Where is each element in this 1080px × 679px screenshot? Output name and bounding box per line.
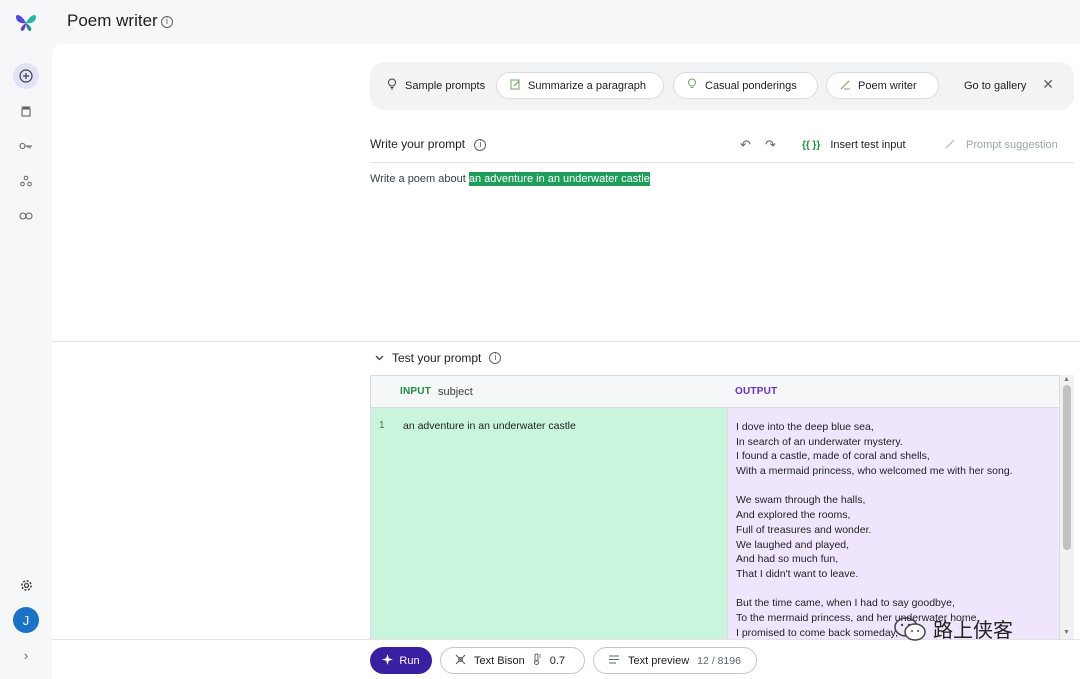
output-cell: I dove into the deep blue sea, In search… (727, 408, 1059, 639)
sparkle-icon (382, 653, 394, 668)
makersuite-logo-icon (16, 15, 36, 31)
chip-summarize-a-paragraph[interactable]: Summarize a paragraph (496, 72, 664, 99)
output-line: And had so much fun, (736, 553, 839, 566)
model-icon (455, 654, 466, 668)
output-line: And explored the rooms, (736, 509, 851, 522)
variable-braces-icon: {{ }} (802, 139, 821, 151)
output-column-header: OUTPUT (735, 386, 778, 397)
info-icon[interactable]: i (474, 138, 487, 151)
close-icon[interactable]: ✕ (1042, 76, 1054, 93)
output-line: I found a castle, made of coral and shel… (736, 450, 930, 463)
write-prompt-heading: Write your prompt i (370, 137, 487, 151)
library-icon[interactable] (13, 98, 39, 124)
top-bar: Poem writer i (0, 0, 1080, 44)
output-line: That I didn't want to leave. (736, 567, 859, 580)
model-settings-button[interactable]: Text Bison 0.7 (440, 647, 585, 674)
text-preview-button[interactable]: Text preview 12 / 8196 (593, 647, 757, 674)
output-line: We swam through the halls, (736, 494, 866, 507)
avatar[interactable]: J (13, 607, 39, 633)
wechat-icon (894, 616, 926, 641)
api-key-icon[interactable] (13, 133, 39, 159)
sample-prompts-bar: Sample prompts Summarize a paragraph Cas… (370, 62, 1074, 110)
output-line: With a mermaid princess, who welcomed me… (736, 465, 1013, 478)
input-variable-name[interactable]: subject (438, 386, 473, 398)
output-line: But the time came, when I had to say goo… (736, 597, 955, 610)
prompt-suggestion-button[interactable]: Prompt suggestion (944, 137, 1058, 153)
divider (370, 162, 1074, 163)
link-icon[interactable] (13, 203, 39, 229)
sample-prompts-label: Sample prompts (374, 72, 497, 99)
info-icon[interactable]: i (489, 352, 502, 364)
chip-casual-ponderings[interactable]: Casual ponderings (673, 72, 818, 99)
scroll-up-icon[interactable]: ▲ (1063, 376, 1070, 383)
output-line: In search of an underwater mystery. (736, 435, 903, 448)
chevron-down-icon[interactable] (375, 353, 384, 363)
prompt-editor[interactable]: Write a poem about an adventure in an un… (370, 172, 650, 186)
lines-icon (608, 654, 620, 667)
redo-icon[interactable]: ↷ (765, 137, 776, 153)
divider (52, 341, 1080, 342)
input-cell[interactable]: 1 an adventure in an underwater castle (371, 408, 727, 639)
chip-poem-writer[interactable]: Poem writer (826, 72, 939, 99)
insert-test-input-button[interactable]: {{ }} Insert test input (802, 137, 906, 153)
run-button[interactable]: Run (370, 647, 432, 674)
table-header: INPUT subject OUTPUT (371, 376, 1059, 408)
output-line: Full of treasures and wonder. (736, 523, 872, 536)
token-count: 12 / 8196 (697, 654, 741, 667)
chevron-right-icon[interactable]: › (13, 642, 39, 668)
new-prompt-icon[interactable] (13, 63, 39, 89)
info-icon[interactable]: i (161, 16, 173, 28)
temperature-icon (533, 653, 542, 668)
quill-icon (839, 79, 851, 93)
go-to-gallery-link[interactable]: Go to gallery (952, 72, 1038, 99)
output-line: I dove into the deep blue sea, (736, 421, 874, 433)
main-panel: Sample prompts Summarize a paragraph Cas… (52, 44, 1080, 679)
test-table: INPUT subject OUTPUT 1 an adventure in a… (370, 375, 1060, 639)
lightbulb-icon (686, 78, 698, 93)
share-icon[interactable] (13, 168, 39, 194)
scroll-thumb[interactable] (1063, 385, 1071, 550)
watermark: 路上侠客 (893, 614, 1013, 643)
bottom-bar: Run Text Bison 0.7 Text preview 12 / 819… (52, 639, 1080, 679)
scrollbar[interactable]: ▲ ▼ (1060, 375, 1074, 639)
row-number: 1 (379, 420, 385, 431)
scroll-down-icon[interactable]: ▼ (1063, 629, 1070, 636)
edit-note-icon (509, 79, 521, 93)
page-title: Poem writer (67, 11, 158, 30)
input-column-header: INPUT (400, 386, 431, 397)
input-value[interactable]: an adventure in an underwater castle (403, 420, 576, 432)
left-rail: J › (0, 44, 52, 679)
prompt-variable-subject[interactable]: an adventure in an underwater castle (468, 172, 650, 186)
test-prompt-heading[interactable]: Test your prompt i (375, 351, 502, 365)
output-line: We laughed and played, (736, 538, 850, 551)
output-text: I dove into the deep blue sea, In search… (736, 420, 1013, 639)
gear-icon[interactable] (13, 572, 39, 598)
magic-wand-icon (944, 138, 956, 153)
undo-icon[interactable]: ↶ (740, 137, 751, 153)
lightbulb-icon (386, 78, 398, 93)
